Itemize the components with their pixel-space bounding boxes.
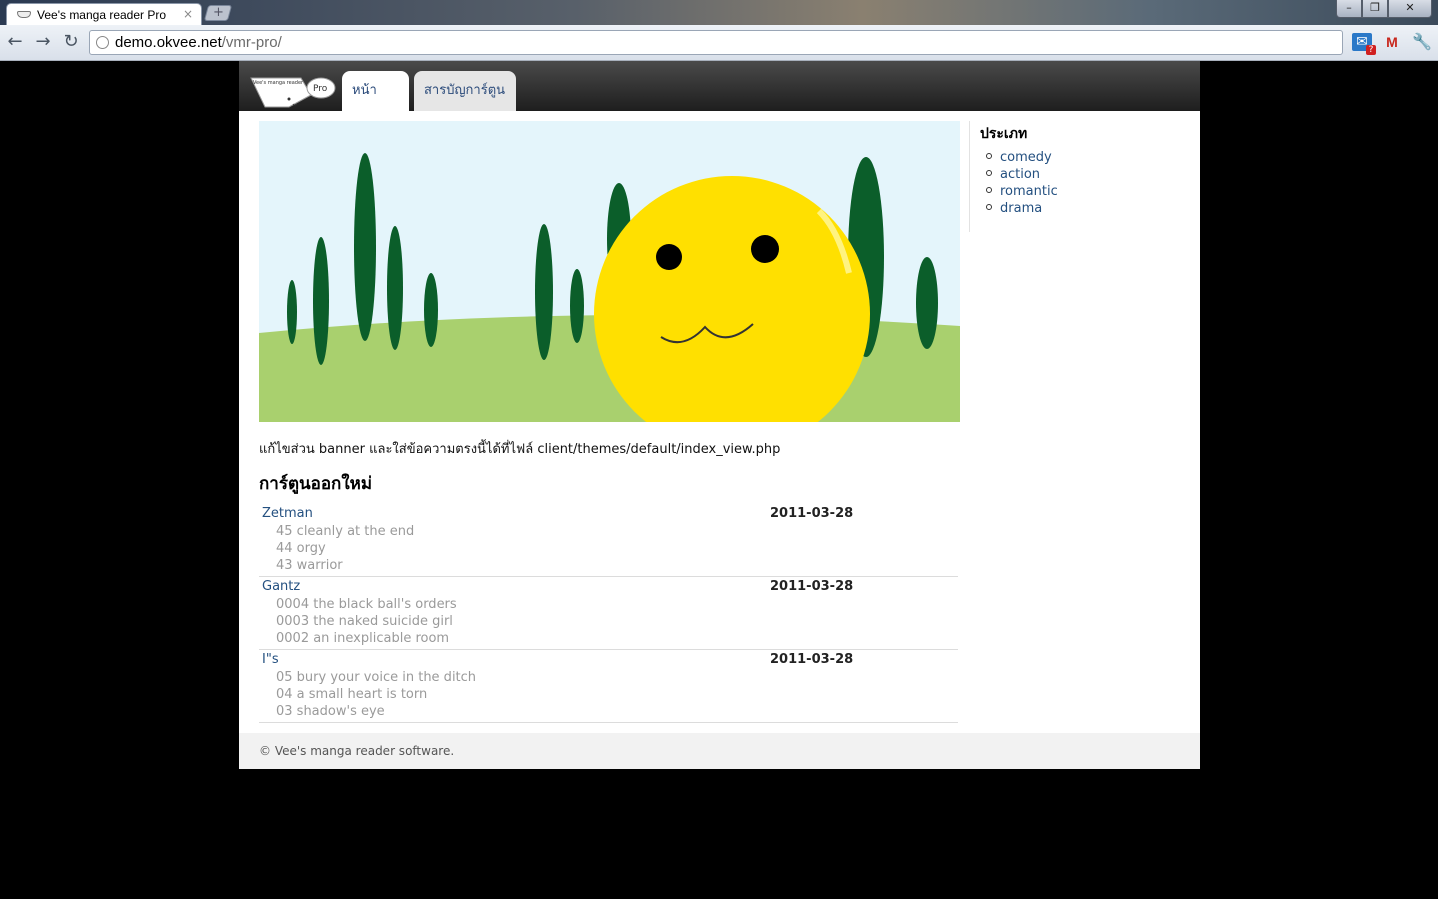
copyright-text: © Vee's manga reader software. — [259, 744, 455, 758]
bullet-icon — [986, 186, 992, 193]
new-manga-heading: การ์ตูนออกใหม่ — [259, 474, 373, 494]
category-link-drama[interactable]: drama — [986, 200, 1058, 217]
url-host: demo.okvee.net — [115, 34, 222, 51]
chapter-link[interactable]: 0002 an inexplicable room — [276, 630, 457, 647]
site-header: Vee's manga reader Pro หน้าแรก สารบัญการ… — [0, 61, 1438, 138]
gmail-extension-icon[interactable]: M — [1382, 33, 1402, 51]
logo-badge: Pro — [313, 84, 328, 94]
chapter-link[interactable]: 0004 the black ball's orders — [276, 596, 457, 613]
chapter-list: 0004 the black ball's orders 0003 the na… — [276, 596, 457, 647]
url-path: /vmr-pro/ — [221, 34, 282, 51]
chapter-link[interactable]: 0003 the naked suicide girl — [276, 613, 457, 630]
maximize-window-button[interactable]: ❐ — [1362, 0, 1388, 18]
site-logo[interactable]: Vee's manga reader Pro — [249, 73, 337, 109]
chapter-link[interactable]: 05 bury your voice in the ditch — [276, 669, 476, 686]
tab-manga-index[interactable]: สารบัญการ์ตูน — [414, 71, 516, 111]
favicon-icon — [17, 11, 31, 18]
category-label: romantic — [1000, 184, 1058, 199]
bullet-icon — [986, 152, 992, 159]
header-bar: Vee's manga reader Pro หน้าแรก สารบัญการ… — [239, 61, 1200, 138]
globe-icon — [96, 36, 109, 49]
category-label: comedy — [1000, 150, 1052, 165]
close-tab-icon[interactable]: × — [183, 7, 193, 21]
bullet-icon — [986, 203, 992, 210]
minimize-window-button[interactable]: – — [1336, 0, 1362, 18]
category-label: action — [1000, 167, 1041, 182]
category-link-comedy[interactable]: comedy — [986, 149, 1058, 166]
close-window-button[interactable]: ✕ — [1388, 0, 1432, 18]
category-heading: ประเภท — [980, 126, 1028, 142]
banner-notice-text: แก้ไขส่วน banner และใส่ข้อความตรงนี้ได้ท… — [259, 442, 781, 457]
new-tab-button[interactable]: + — [203, 5, 233, 21]
reload-icon[interactable]: ↻ — [60, 31, 82, 53]
banner-image — [259, 121, 960, 422]
manga-row: Zetman 2011-03-28 45 cleanly at the end … — [259, 504, 958, 577]
new-manga-list: Zetman 2011-03-28 45 cleanly at the end … — [259, 504, 958, 723]
manga-title-link[interactable]: I"s — [262, 652, 279, 667]
manga-title-link[interactable]: Zetman — [262, 506, 313, 521]
page-content: แก้ไขส่วน banner และใส่ข้อความตรงนี้ได้ท… — [239, 111, 1200, 733]
manga-row: I"s 2011-03-28 05 bury your voice in the… — [259, 650, 958, 723]
chapter-link[interactable]: 04 a small heart is torn — [276, 686, 476, 703]
chapter-link[interactable]: 43 warrior — [276, 557, 414, 574]
chapter-list: 45 cleanly at the end 44 orgy 43 warrior — [276, 523, 414, 574]
back-arrow-icon[interactable]: ← — [4, 31, 26, 53]
chapter-link[interactable]: 44 orgy — [276, 540, 414, 557]
extension-badge: ? — [1366, 45, 1376, 55]
manga-date: 2011-03-28 — [770, 579, 854, 594]
plus-icon: + — [212, 5, 224, 20]
category-list: comedy action romantic drama — [986, 149, 1058, 217]
category-sidebar: ประเภท comedy action romantic drama — [969, 121, 1189, 232]
manga-title-link[interactable]: Gantz — [262, 579, 300, 594]
browser-toolbar: ← → ↻ demo.okvee.net/vmr-pro/ ✉? M 🔧 — [0, 25, 1438, 61]
address-bar[interactable]: demo.okvee.net/vmr-pro/ — [89, 30, 1343, 55]
chapter-list: 05 bury your voice in the ditch 04 a sma… — [276, 669, 476, 720]
category-link-romantic[interactable]: romantic — [986, 183, 1058, 200]
wrench-menu-icon[interactable]: 🔧 — [1412, 33, 1432, 51]
browser-tab-title: Vee's manga reader Pro — [37, 8, 167, 22]
category-label: drama — [1000, 201, 1043, 216]
mail-checker-extension-icon[interactable]: ✉? — [1352, 33, 1376, 55]
logo-caption: Vee's manga reader — [253, 80, 304, 86]
manga-date: 2011-03-28 — [770, 506, 854, 521]
site-footer: © Vee's manga reader software. — [239, 733, 1200, 769]
bullet-icon — [986, 169, 992, 176]
chapter-link[interactable]: 03 shadow's eye — [276, 703, 476, 720]
forward-arrow-icon[interactable]: → — [32, 31, 54, 53]
chapter-link[interactable]: 45 cleanly at the end — [276, 523, 414, 540]
browser-tab[interactable]: Vee's manga reader Pro × — [6, 3, 202, 26]
manga-row: Gantz 2011-03-28 0004 the black ball's o… — [259, 577, 958, 650]
category-link-action[interactable]: action — [986, 166, 1058, 183]
browser-tab-strip: Vee's manga reader Pro × + – ❐ ✕ — [0, 0, 1438, 26]
manga-date: 2011-03-28 — [770, 652, 854, 667]
address-url: demo.okvee.net/vmr-pro/ — [115, 34, 282, 51]
tab-home[interactable]: หน้าแรก — [342, 71, 409, 138]
